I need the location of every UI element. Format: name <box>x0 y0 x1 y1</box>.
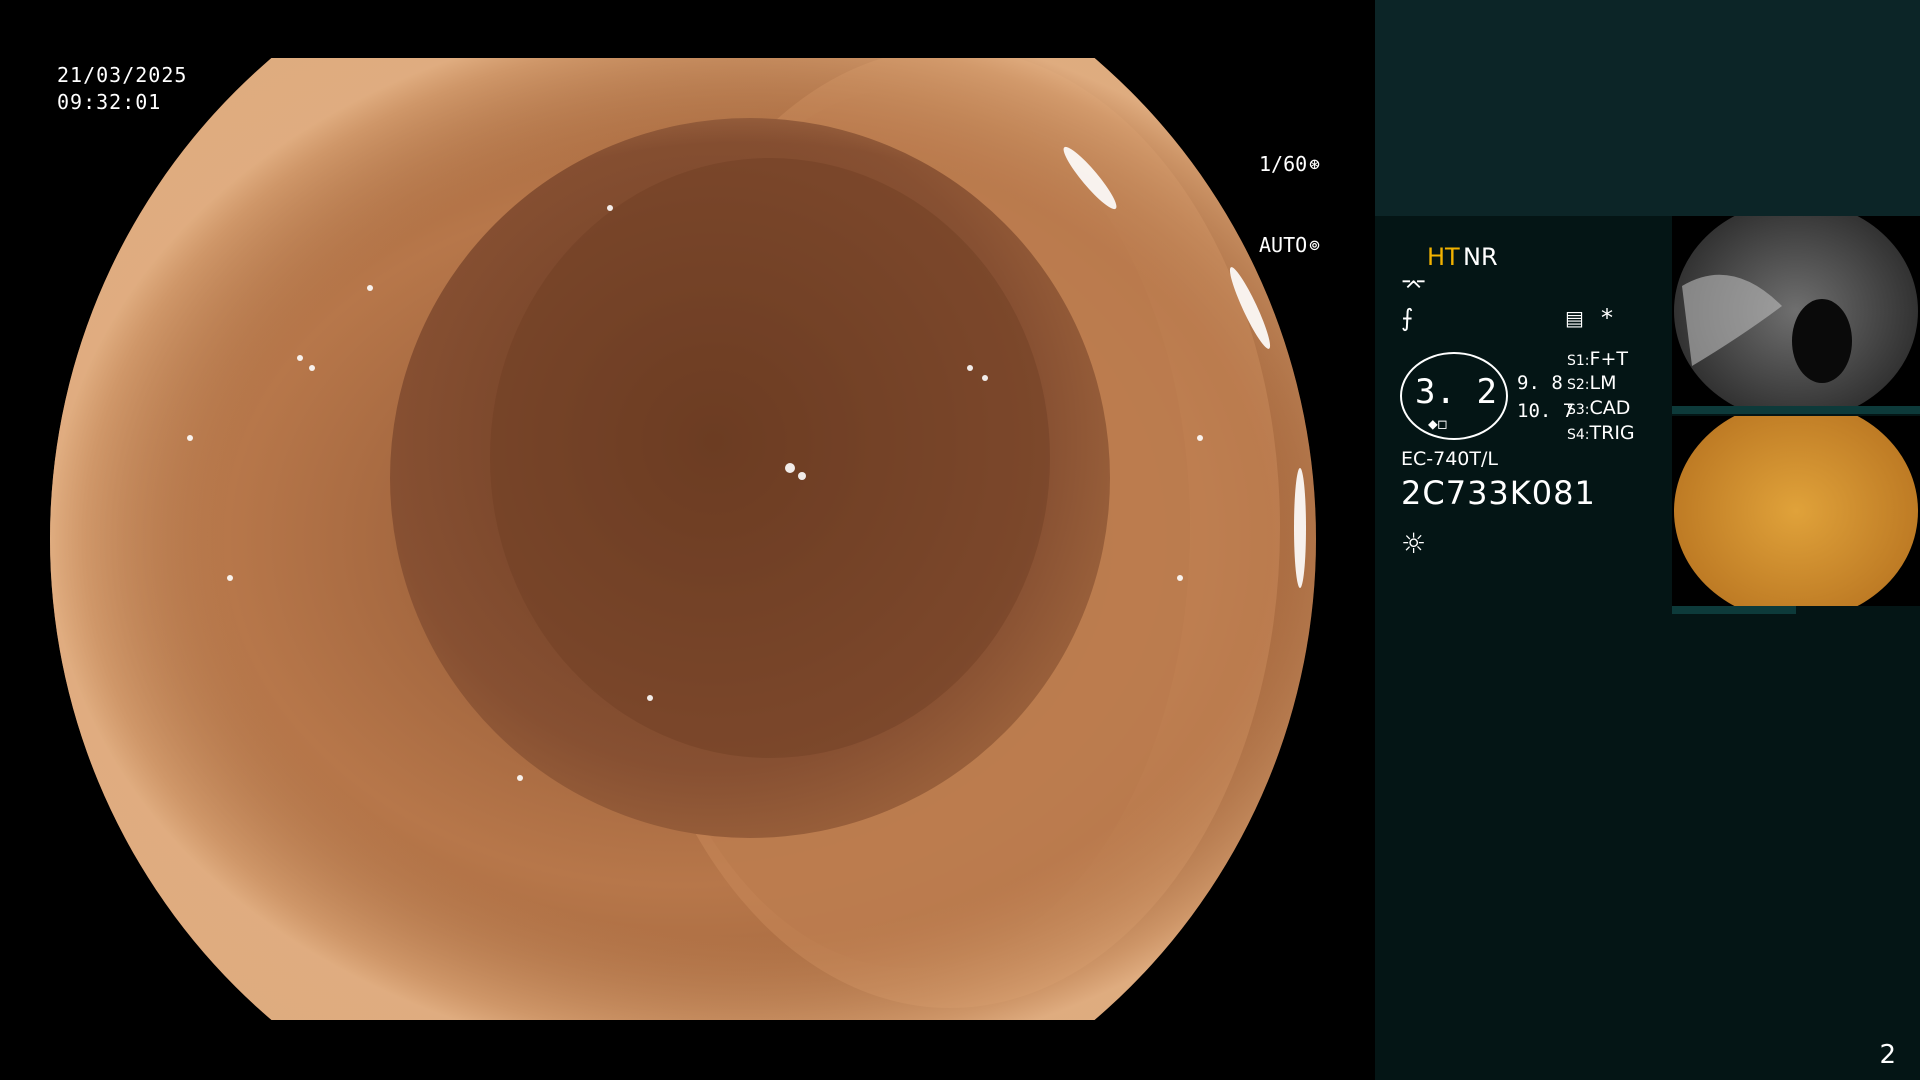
zoom-marker-icon: ◆◻ <box>1428 414 1448 433</box>
switch-3: S3:CAD <box>1567 397 1630 419</box>
zoom-range-b: 10. 7 <box>1517 400 1575 422</box>
switch-4-key: S4: <box>1567 427 1590 443</box>
thumbnail-1-image <box>1674 216 1918 406</box>
colon-lumen-image <box>50 58 1316 1020</box>
switch-2-label: LM <box>1589 372 1617 394</box>
time-text: 09:32:01 <box>57 90 162 114</box>
thumbnail-1-bar <box>1672 406 1920 414</box>
thumbnail-2-image <box>1674 416 1918 606</box>
captured-thumbnail-1[interactable] <box>1672 216 1920 406</box>
switch-3-label: CAD <box>1589 397 1631 419</box>
endoscope-live-image <box>50 58 1316 1020</box>
iris-mode-text: AUTO <box>1258 233 1308 257</box>
panel-header-block <box>1375 0 1920 216</box>
aperture-icon: ⊛ <box>1309 153 1320 175</box>
color-enhance-icon: ⨍ <box>1401 304 1414 332</box>
structure-enhance-icon: ⌤ <box>1401 274 1427 299</box>
shutter-text: 1/60 <box>1258 152 1308 176</box>
datetime-readout: 21/03/2025 09:32:01 <box>57 62 187 116</box>
captured-thumbnail-2[interactable] <box>1672 416 1920 606</box>
date-text: 21/03/2025 <box>57 63 188 87</box>
page-number: 2 <box>1879 1040 1896 1070</box>
thumbnail-2-bar <box>1672 606 1796 614</box>
zoom-value: 3. 2 <box>1415 372 1497 412</box>
iris-row: AUTO ⊚ <box>1200 232 1320 259</box>
zoom-range-a: 9. 8 <box>1517 372 1563 394</box>
image-settings-icon: ▤ <box>1565 306 1584 330</box>
switch-4: S4:TRIG <box>1567 422 1635 444</box>
switch-4-label: TRIG <box>1589 422 1635 444</box>
switch-1: S1:F+T <box>1567 348 1628 370</box>
switch-3-key: S3: <box>1567 402 1590 418</box>
exposure-readout: 1/60 ⊛ AUTO ⊚ <box>1200 97 1320 313</box>
switch-2: S2:LM <box>1567 372 1617 394</box>
zoom-indicator: 3. 2 ◆◻ <box>1400 352 1508 440</box>
switch-1-key: S1: <box>1567 353 1590 369</box>
switch-2-key: S2: <box>1567 377 1590 393</box>
light-source-icon: ☼ <box>1401 527 1427 560</box>
endoscopy-monitor: 21/03/2025 09:32:01 1/60 ⊛ AUTO ⊚ HT NR … <box>0 0 1920 1080</box>
iris-icon: ⊚ <box>1309 234 1320 256</box>
switch-1-label: F+T <box>1589 348 1628 370</box>
scope-serial: 2C733K081 <box>1401 474 1596 512</box>
shutter-row: 1/60 ⊛ <box>1200 151 1320 178</box>
nr-indicator: NR <box>1463 243 1498 271</box>
ht-indicator: HT <box>1427 243 1460 271</box>
scope-model: EC-740T/L <box>1401 448 1498 470</box>
star-icon: * <box>1601 304 1613 332</box>
